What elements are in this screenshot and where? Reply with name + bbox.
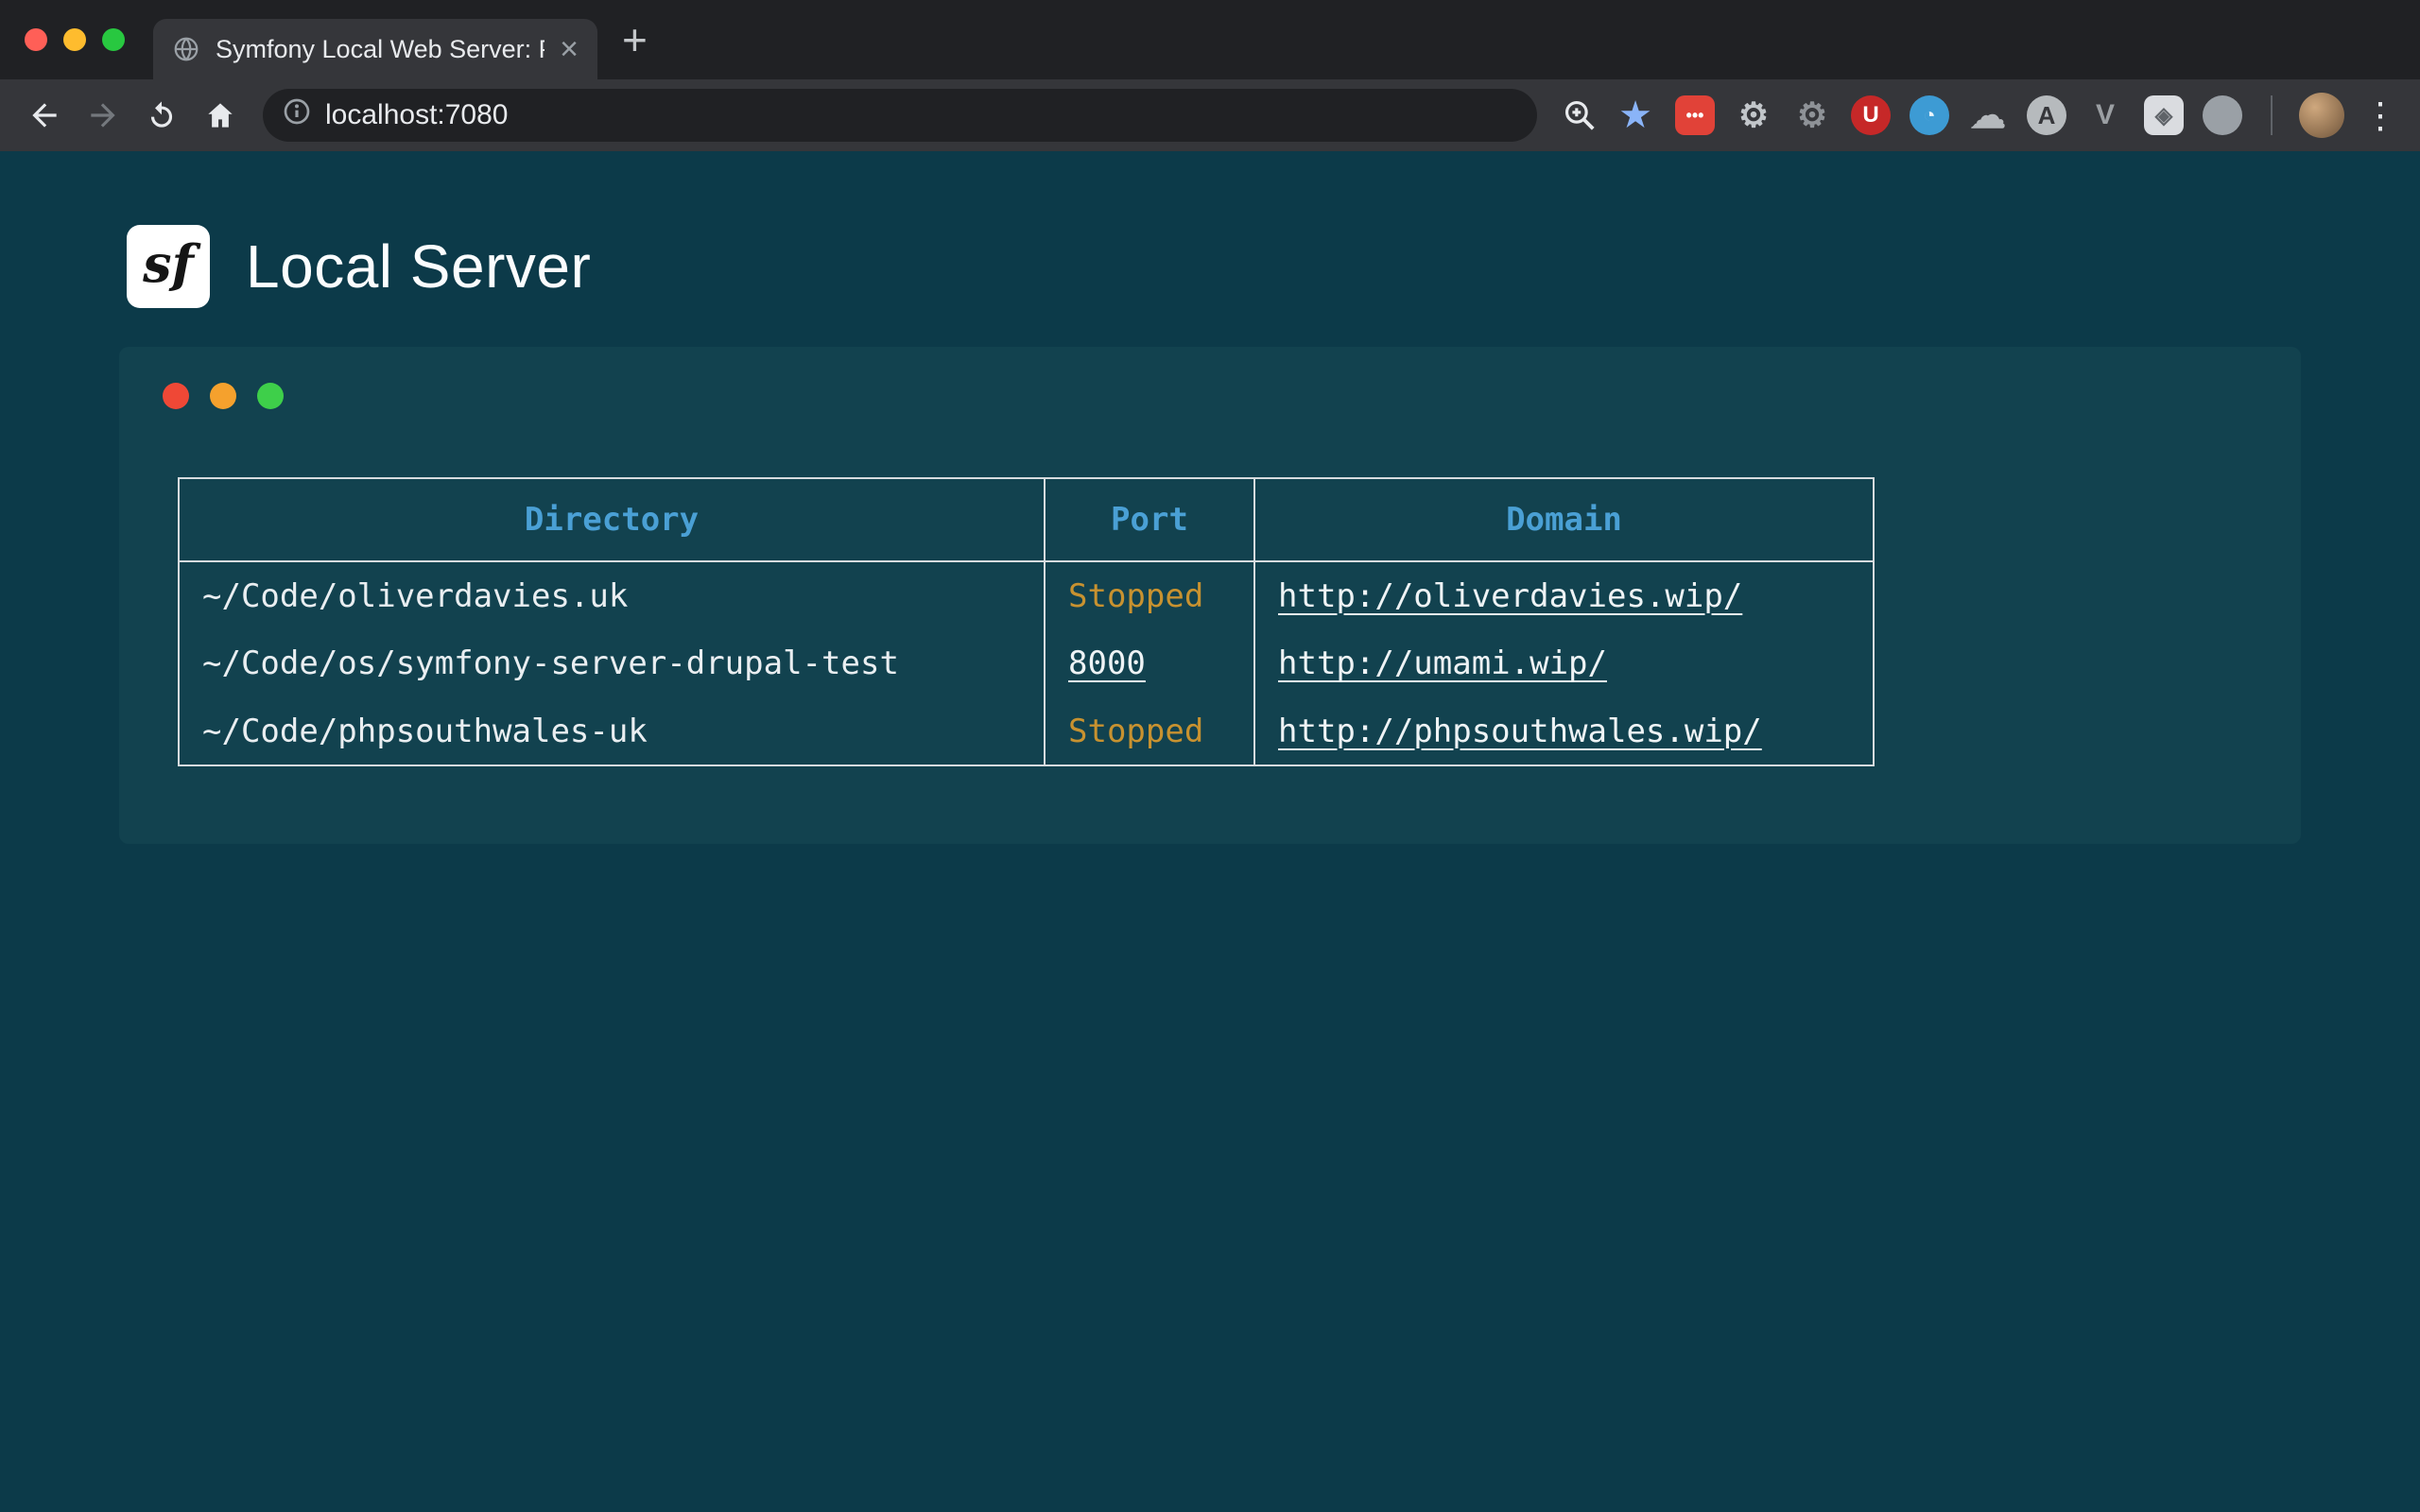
page-title: Local Server — [246, 232, 591, 301]
site-info-icon[interactable] — [282, 96, 312, 134]
red-dots-extension-icon[interactable]: ••• — [1675, 95, 1715, 135]
bookmark-star-icon[interactable]: ★ — [1611, 94, 1660, 137]
back-button[interactable] — [17, 88, 72, 143]
orange-dot-icon — [210, 383, 236, 409]
browser-toolbar: localhost:7080 ★ ••• ⚙ ⚙ U ◔ ☁ AV ◈ ⋮ — [0, 79, 2420, 151]
tab-title: Symfony Local Web Server: Prox — [216, 35, 544, 64]
browser-tab[interactable]: Symfony Local Web Server: Prox × — [153, 19, 597, 79]
close-window-button[interactable] — [25, 28, 47, 51]
server-panel: Directory Port Domain ~/Code/oliverdavie… — [119, 347, 2301, 844]
servers-table: Directory Port Domain ~/Code/oliverdavie… — [178, 477, 1875, 766]
page-content: sf Local Server Directory Port Domain — [0, 151, 2420, 1512]
port-status-cell: Stopped — [1045, 697, 1254, 765]
close-tab-icon[interactable]: × — [560, 33, 579, 65]
directory-cell: ~/Code/oliverdavies.uk — [179, 561, 1045, 629]
gear-dark-extension-icon[interactable]: ⚙ — [1792, 95, 1832, 135]
port-status-cell: 8000 — [1045, 629, 1254, 697]
url-text: localhost:7080 — [325, 99, 508, 131]
domain-cell: http://umami.wip/ — [1254, 629, 1874, 697]
a-letter-extension-icon[interactable]: A — [2027, 95, 2066, 135]
new-tab-button[interactable]: + — [622, 18, 648, 61]
directory-cell: ~/Code/phpsouthwales-uk — [179, 697, 1045, 765]
terminal-dots — [163, 383, 2301, 409]
toolbar-separator — [2271, 95, 2273, 135]
minimize-window-button[interactable] — [63, 28, 86, 51]
window-controls — [0, 0, 153, 79]
domain-cell: http://oliverdavies.wip/ — [1254, 561, 1874, 629]
page-header: sf Local Server — [127, 225, 2420, 308]
home-button[interactable] — [193, 88, 248, 143]
column-header-domain: Domain — [1254, 478, 1874, 561]
extensions-area: ••• ⚙ ⚙ U ◔ ☁ AV ◈ — [1675, 95, 2242, 135]
table-row: ~/Code/phpsouthwales-uk Stopped http://p… — [179, 697, 1874, 765]
menu-kebab-icon[interactable]: ⋮ — [2358, 94, 2403, 137]
directory-cell: ~/Code/os/symfony-server-drupal-test — [179, 629, 1045, 697]
globe-icon — [172, 35, 200, 63]
octocat-extension-icon[interactable] — [2203, 95, 2242, 135]
domain-link[interactable]: http://umami.wip/ — [1278, 644, 1607, 682]
domain-link[interactable]: http://phpsouthwales.wip/ — [1278, 713, 1762, 750]
port-link[interactable]: 8000 — [1068, 644, 1146, 682]
cloud-extension-icon[interactable]: ☁ — [1968, 95, 2008, 135]
reload-button[interactable] — [134, 88, 189, 143]
domain-cell: http://phpsouthwales.wip/ — [1254, 697, 1874, 765]
column-header-port: Port — [1045, 478, 1254, 561]
box-extension-icon[interactable]: ◈ — [2144, 95, 2184, 135]
domain-link[interactable]: http://oliverdavies.wip/ — [1278, 577, 1742, 615]
address-bar[interactable]: localhost:7080 — [263, 89, 1537, 142]
zoom-icon[interactable] — [1552, 88, 1607, 143]
browser-window: Symfony Local Web Server: Prox × + local… — [0, 0, 2420, 1512]
symfony-logo: sf — [127, 225, 210, 308]
forward-button[interactable] — [76, 88, 130, 143]
red-dot-icon — [163, 383, 189, 409]
table-row: ~/Code/os/symfony-server-drupal-test 800… — [179, 629, 1874, 697]
profile-avatar[interactable] — [2299, 93, 2344, 138]
zoom-window-button[interactable] — [102, 28, 125, 51]
tab-strip: Symfony Local Web Server: Prox × + — [0, 0, 2420, 79]
gear-light-extension-icon[interactable]: ⚙ — [1734, 95, 1773, 135]
v-letter-extension-icon[interactable]: V — [2085, 95, 2125, 135]
table-header-row: Directory Port Domain — [179, 478, 1874, 561]
port-status-cell: Stopped — [1045, 561, 1254, 629]
green-dot-icon — [257, 383, 284, 409]
ublock-extension-icon[interactable]: U — [1851, 95, 1891, 135]
table-row: ~/Code/oliverdavies.uk Stopped http://ol… — [179, 561, 1874, 629]
blue-circle-extension-icon[interactable]: ◔ — [1910, 95, 1949, 135]
column-header-directory: Directory — [179, 478, 1045, 561]
